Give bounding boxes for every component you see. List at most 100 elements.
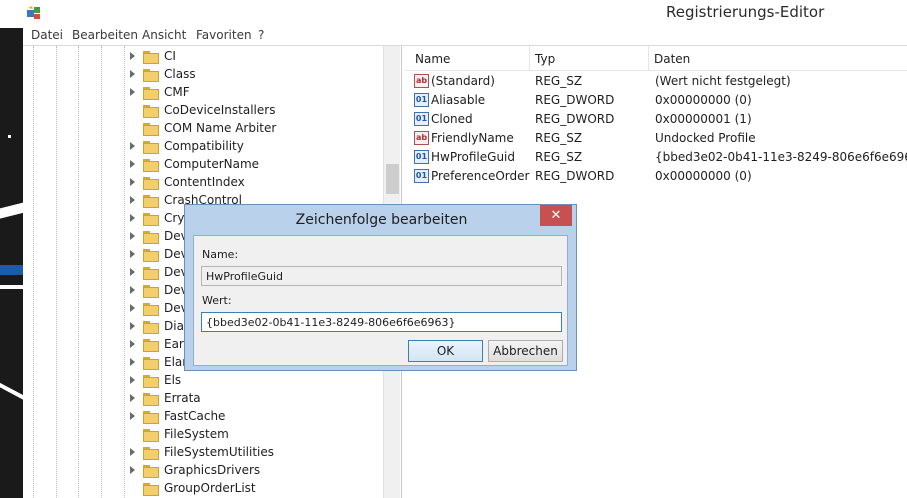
value-data-input[interactable] (201, 312, 562, 332)
tree-item-label: FileSystemUtilities (164, 445, 274, 459)
tree-item[interactable]: Errata (23, 390, 383, 408)
expand-arrow-icon[interactable] (130, 412, 135, 420)
menu-ansicht[interactable]: Ansicht (142, 28, 186, 42)
value-row[interactable]: ab (Standard) REG_SZ (Wert nicht festgelegt… (405, 72, 907, 91)
value-type: REG_SZ (535, 74, 583, 88)
dialog-close-button[interactable]: ✕ (540, 205, 572, 226)
value-type: REG_SZ (535, 150, 583, 164)
expand-arrow-icon[interactable] (130, 340, 135, 348)
value-row[interactable]: ab FriendlyName REG_SZ Undocked Profile (405, 129, 907, 148)
values-header: Name Typ Daten (405, 46, 907, 71)
tree-item[interactable]: ComputerName (23, 156, 383, 174)
expand-arrow-icon[interactable] (130, 52, 135, 60)
tree-item-label: CI (164, 49, 176, 63)
dword-value-icon: 01 (414, 112, 429, 126)
column-name[interactable]: Name (415, 46, 530, 71)
tree-item[interactable]: Compatibility (23, 138, 383, 156)
expand-arrow-icon[interactable] (130, 142, 135, 150)
menu-favoriten[interactable]: Favoriten (196, 28, 252, 42)
expand-arrow-icon[interactable] (130, 358, 135, 366)
folder-icon (143, 483, 159, 496)
menu-datei[interactable]: Datei (31, 28, 63, 42)
dword-value-icon: 01 (414, 169, 429, 183)
expand-arrow-icon[interactable] (130, 160, 135, 168)
expand-arrow-icon[interactable] (130, 196, 135, 204)
tree-item[interactable]: GroupOrderList (23, 480, 383, 498)
tree-item[interactable]: FileSystemUtilities (23, 444, 383, 462)
tree-item[interactable]: GraphicsDrivers (23, 462, 383, 480)
folder-icon (143, 375, 159, 388)
tree-item-label: Errata (164, 391, 201, 405)
folder-icon (143, 51, 159, 64)
tree-item[interactable]: COM Name Arbiter (23, 120, 383, 138)
value-data: 0x00000000 (0) (655, 93, 752, 107)
value-type: REG_DWORD (535, 93, 615, 107)
folder-icon (143, 303, 159, 316)
folder-icon (143, 69, 159, 82)
value-name: Aliasable (431, 93, 486, 107)
tree-item[interactable]: FastCache (23, 408, 383, 426)
ok-button[interactable]: OK (408, 340, 483, 362)
value-row[interactable]: 01 HwProfileGuid REG_SZ {bbed3e02-0b41-11e3… (405, 148, 907, 167)
expand-arrow-icon[interactable] (130, 466, 135, 474)
edit-string-dialog: Zeichenfolge bearbeiten ✕ Name: HwProfil… (184, 204, 577, 371)
value-row[interactable]: 01 Cloned REG_DWORD 0x00000001 (1) (405, 110, 907, 129)
folder-icon (143, 357, 159, 370)
value-data: 0x00000000 (0) (655, 169, 752, 183)
folder-icon (143, 87, 159, 100)
expand-arrow-icon[interactable] (130, 394, 135, 402)
folder-icon (143, 447, 159, 460)
expand-arrow-icon[interactable] (130, 250, 135, 258)
tree-scrollbar-thumb[interactable] (386, 164, 399, 194)
desktop-background-strip (0, 0, 23, 498)
expand-arrow-icon[interactable] (130, 70, 135, 78)
name-label: Name: (202, 248, 239, 261)
value-name: PreferenceOrder (431, 169, 530, 183)
tree-item[interactable]: CI (23, 48, 383, 66)
title-bar: Registrierungs-Editor (23, 0, 907, 27)
folder-icon (143, 267, 159, 280)
expand-arrow-icon[interactable] (130, 268, 135, 276)
value-type: REG_SZ (535, 131, 583, 145)
folder-icon (143, 213, 159, 226)
menu-help[interactable]: ? (258, 28, 264, 42)
tree-item[interactable]: Class (23, 66, 383, 84)
value-row[interactable]: 01 Aliasable REG_DWORD 0x00000000 (0) (405, 91, 907, 110)
expand-arrow-icon[interactable] (130, 178, 135, 186)
value-label: Wert: (202, 294, 232, 307)
value-row[interactable]: 01 PreferenceOrder REG_DWORD 0x00000000 (0) (405, 167, 907, 186)
folder-icon (143, 285, 159, 298)
expand-arrow-icon[interactable] (130, 448, 135, 456)
column-data[interactable]: Daten (654, 46, 904, 71)
dword-value-icon: 01 (414, 93, 429, 107)
folder-icon (143, 105, 159, 118)
menu-bearbeiten[interactable]: Bearbeiten (72, 28, 138, 42)
folder-icon (143, 177, 159, 190)
tree-item[interactable]: ContentIndex (23, 174, 383, 192)
value-data: Undocked Profile (655, 131, 756, 145)
cancel-button[interactable]: Abbrechen (488, 340, 563, 362)
expand-arrow-icon[interactable] (130, 376, 135, 384)
value-type: REG_DWORD (535, 169, 615, 183)
registry-editor-icon (27, 6, 40, 19)
column-type[interactable]: Typ (535, 46, 649, 71)
dialog-client-area: Name: HwProfileGuid Wert: OK Abbrechen (193, 235, 568, 366)
tree-item[interactable]: FileSystem (23, 426, 383, 444)
expand-arrow-icon[interactable] (130, 214, 135, 222)
value-name: HwProfileGuid (431, 150, 516, 164)
expand-arrow-icon[interactable] (130, 304, 135, 312)
expand-arrow-icon[interactable] (130, 286, 135, 294)
expand-arrow-icon[interactable] (130, 88, 135, 96)
tree-item[interactable]: CoDeviceInstallers (23, 102, 383, 120)
tree-item-label: Els (164, 373, 182, 387)
tree-item-label: GroupOrderList (164, 481, 256, 495)
tree-item[interactable]: Els (23, 372, 383, 390)
folder-icon (143, 393, 159, 406)
expand-arrow-icon[interactable] (130, 232, 135, 240)
value-name-field[interactable]: HwProfileGuid (201, 266, 562, 286)
tree-item[interactable]: CMF (23, 84, 383, 102)
value-type: REG_DWORD (535, 112, 615, 126)
dword-value-icon: 01 (414, 150, 429, 164)
expand-arrow-icon[interactable] (130, 322, 135, 330)
value-data: {bbed3e02-0b41-11e3-8249-806e6f6e6963} (655, 150, 907, 164)
